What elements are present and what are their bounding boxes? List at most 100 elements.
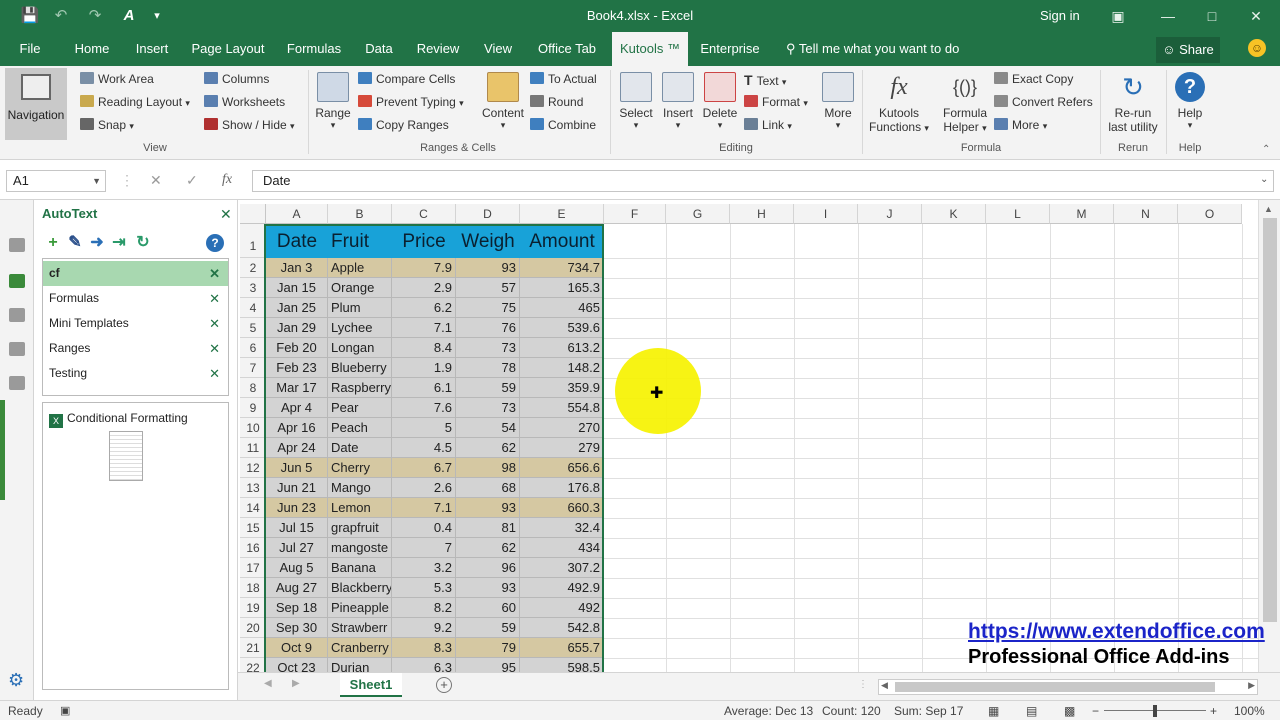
table-cell[interactable]: Blueberry: [328, 358, 392, 378]
refresh-icon[interactable]: ↻: [134, 234, 152, 252]
work-area-button[interactable]: Work Area: [80, 72, 154, 86]
column-header[interactable]: M: [1050, 204, 1114, 224]
column-header[interactable]: D: [456, 204, 520, 224]
table-cell[interactable]: 2.6: [392, 478, 456, 498]
sign-in-link[interactable]: Sign in: [1040, 8, 1080, 23]
table-cell[interactable]: 73: [456, 338, 520, 358]
table-cell[interactable]: Date: [328, 438, 392, 458]
undo-icon[interactable]: ↶: [50, 6, 72, 26]
row-header[interactable]: 21: [240, 638, 266, 658]
table-cell[interactable]: Jan 29: [266, 318, 328, 338]
tab-page-layout[interactable]: Page Layout: [186, 32, 270, 66]
table-cell[interactable]: Pineapple: [328, 598, 392, 618]
kutools-functions-button[interactable]: fx Kutools Functions ▾: [866, 72, 932, 134]
table-cell[interactable]: Mar 17: [266, 378, 328, 398]
select-all-corner[interactable]: [240, 204, 266, 224]
vertical-scroll-thumb[interactable]: [1263, 218, 1277, 622]
vertical-scrollbar[interactable]: ▲: [1258, 200, 1280, 672]
table-cell[interactable]: Blackberry: [328, 578, 392, 598]
range-button[interactable]: Range ▾: [312, 72, 354, 131]
table-cell[interactable]: Cherry: [328, 458, 392, 478]
row-header[interactable]: 8: [240, 378, 266, 398]
table-cell[interactable]: 59: [456, 618, 520, 638]
link-button[interactable]: Link ▾: [744, 118, 792, 132]
scroll-left-icon[interactable]: ◀: [881, 680, 888, 691]
table-cell[interactable]: Longan: [328, 338, 392, 358]
pane-collapse-handle[interactable]: [0, 400, 5, 500]
table-cell[interactable]: Plum: [328, 298, 392, 318]
table-header-cell[interactable]: Weigh: [456, 226, 520, 258]
select-button[interactable]: Select ▾: [616, 72, 656, 131]
help-icon[interactable]: ?: [206, 234, 224, 252]
table-cell[interactable]: Jun 21: [266, 478, 328, 498]
autotext-category-item[interactable]: Formulas ✕: [43, 286, 228, 311]
table-cell[interactable]: 656.6: [520, 458, 604, 478]
table-header-cell[interactable]: Date: [266, 226, 328, 258]
columns-button[interactable]: Columns: [204, 72, 269, 86]
table-cell[interactable]: 542.8: [520, 618, 604, 638]
page-layout-view-icon[interactable]: ▤: [1026, 704, 1037, 718]
table-cell[interactable]: 7.1: [392, 498, 456, 518]
table-cell[interactable]: 0.4: [392, 518, 456, 538]
table-cell[interactable]: Strawberr: [328, 618, 392, 638]
close-icon[interactable]: ✕: [209, 286, 220, 311]
table-cell[interactable]: Jun 23: [266, 498, 328, 518]
table-cell[interactable]: 6.1: [392, 378, 456, 398]
row-header[interactable]: 16: [240, 538, 266, 558]
table-cell[interactable]: Sep 30: [266, 618, 328, 638]
row-header[interactable]: 12: [240, 458, 266, 478]
formula-input[interactable]: Date: [252, 170, 1274, 192]
zoom-level[interactable]: 100%: [1234, 704, 1265, 718]
table-cell[interactable]: 5.3: [392, 578, 456, 598]
table-cell[interactable]: 54: [456, 418, 520, 438]
column-header[interactable]: B: [328, 204, 392, 224]
table-cell[interactable]: 93: [456, 498, 520, 518]
table-cell[interactable]: 93: [456, 578, 520, 598]
navigation-tab-icon[interactable]: [9, 238, 25, 252]
table-cell[interactable]: 9.2: [392, 618, 456, 638]
table-cell[interactable]: 62: [456, 538, 520, 558]
table-cell[interactable]: Oct 9: [266, 638, 328, 658]
navigation-button[interactable]: Navigation: [5, 68, 67, 140]
table-cell[interactable]: Peach: [328, 418, 392, 438]
row-header[interactable]: 2: [240, 258, 266, 278]
more-formula-button[interactable]: More ▾: [994, 118, 1047, 132]
convert-refers-button[interactable]: Convert Refers: [994, 95, 1093, 109]
table-cell[interactable]: 79: [456, 638, 520, 658]
table-cell[interactable]: Feb 20: [266, 338, 328, 358]
column-header[interactable]: A: [266, 204, 328, 224]
table-cell[interactable]: 59: [456, 378, 520, 398]
row-header[interactable]: 20: [240, 618, 266, 638]
column-header[interactable]: F: [604, 204, 666, 224]
name-manager-tab-icon[interactable]: [9, 308, 25, 322]
round-button[interactable]: Round: [530, 95, 583, 109]
autotext-category-item[interactable]: cf ✕: [43, 261, 228, 286]
table-cell[interactable]: 81: [456, 518, 520, 538]
table-cell[interactable]: 5: [392, 418, 456, 438]
table-cell[interactable]: Oct 23: [266, 658, 328, 672]
name-box[interactable]: A1 ▼: [6, 170, 106, 192]
table-cell[interactable]: 6.2: [392, 298, 456, 318]
feedback-smiley-icon[interactable]: ☺: [1248, 39, 1266, 57]
table-cell[interactable]: Banana: [328, 558, 392, 578]
row-header[interactable]: 9: [240, 398, 266, 418]
table-cell[interactable]: 57: [456, 278, 520, 298]
worksheets-button[interactable]: Worksheets: [204, 95, 285, 109]
column-header[interactable]: O: [1178, 204, 1242, 224]
table-cell[interactable]: mangoste: [328, 538, 392, 558]
add-icon[interactable]: +: [44, 234, 62, 252]
to-actual-button[interactable]: To Actual: [530, 72, 597, 86]
table-cell[interactable]: 660.3: [520, 498, 604, 518]
formula-helper-button[interactable]: {()} Formula Helper ▾: [936, 72, 994, 134]
table-cell[interactable]: 7: [392, 538, 456, 558]
tell-me-search[interactable]: ⚲ Tell me what you want to do: [786, 32, 959, 66]
column-header[interactable]: I: [794, 204, 858, 224]
row-header[interactable]: 18: [240, 578, 266, 598]
autotext-category-item[interactable]: Mini Templates ✕: [43, 311, 228, 336]
redo-icon[interactable]: ↷: [84, 6, 106, 26]
table-cell[interactable]: 3.2: [392, 558, 456, 578]
table-cell[interactable]: Sep 18: [266, 598, 328, 618]
table-cell[interactable]: 655.7: [520, 638, 604, 658]
normal-view-icon[interactable]: ▦: [988, 704, 999, 718]
save-icon[interactable]: 💾: [19, 6, 41, 26]
